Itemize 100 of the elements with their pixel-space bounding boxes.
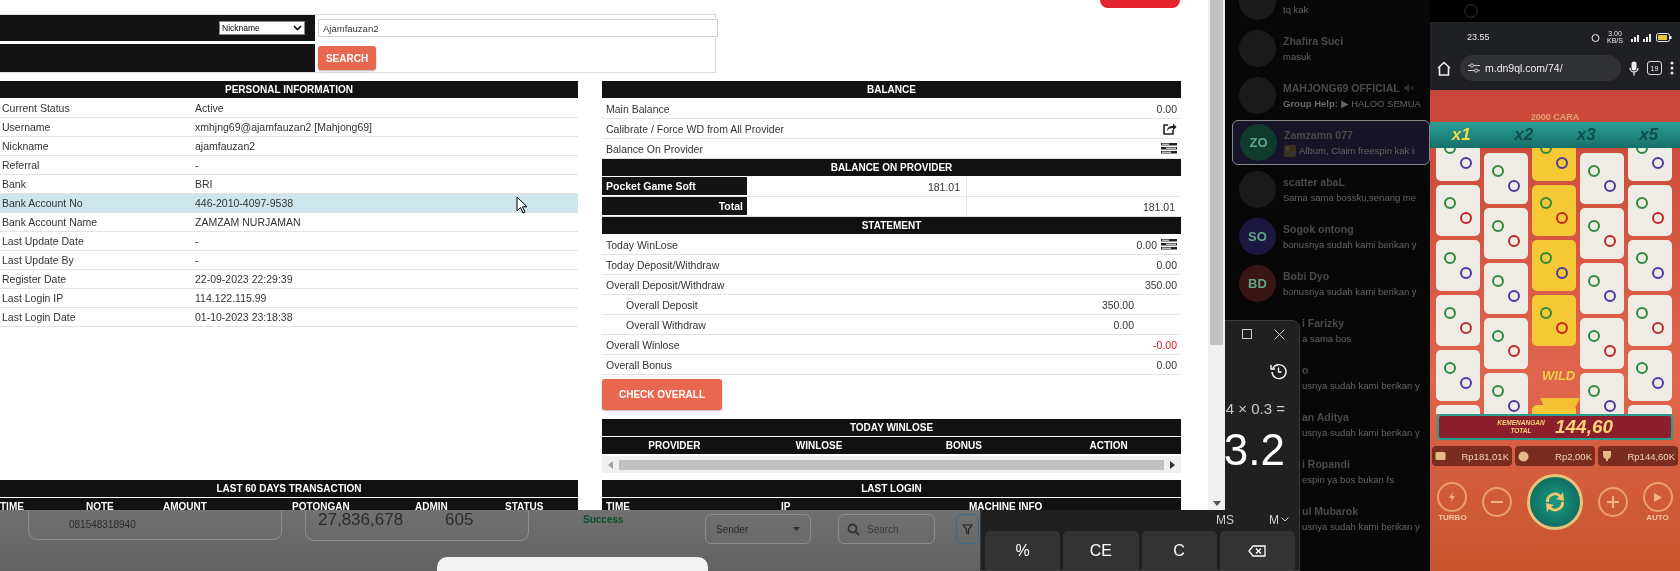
field-value: - bbox=[194, 235, 199, 247]
search-icon bbox=[847, 523, 860, 536]
maximize-icon[interactable] bbox=[1242, 329, 1252, 339]
alarm-icon bbox=[1591, 32, 1600, 42]
field-label: Referral bbox=[1, 159, 40, 171]
field-label: Calibrate / Force WD from All Provider bbox=[606, 122, 784, 135]
mouse-cursor-icon bbox=[516, 196, 528, 214]
home-icon[interactable] bbox=[1436, 60, 1452, 76]
field-label: Last Update By bbox=[1, 254, 74, 266]
wild-text: WILD bbox=[1542, 368, 1576, 383]
status-time: 23.55 bbox=[1467, 32, 1490, 42]
plus-icon bbox=[1606, 496, 1619, 508]
field-value: -0.00 bbox=[1153, 338, 1177, 351]
balance-chip: Rp144,60K bbox=[1598, 446, 1678, 466]
chat-item[interactable]: o usnya sudah kami berikan y bbox=[1302, 355, 1430, 400]
total-amount: 181.01 bbox=[1141, 199, 1176, 215]
field-label: Bank Account Name bbox=[1, 216, 98, 228]
chat-item[interactable]: an Aditya usnya sudah kami berikan y bbox=[1302, 402, 1430, 447]
field-label: Overall Bonus bbox=[606, 358, 672, 371]
calculator-key[interactable]: C bbox=[1141, 531, 1217, 570]
balance-chip: Rp181,01K bbox=[1432, 446, 1512, 466]
list-icon[interactable] bbox=[1161, 143, 1177, 154]
column-header: ACTION bbox=[1088, 440, 1129, 451]
chat-item[interactable]: i Farizky a sama bos bbox=[1302, 308, 1430, 353]
battery-icon bbox=[1656, 32, 1672, 42]
chat-name: o bbox=[1302, 363, 1309, 376]
backspace-button[interactable] bbox=[1219, 531, 1295, 570]
sender-select[interactable]: Sender bbox=[705, 514, 811, 544]
lightning-icon bbox=[1448, 492, 1457, 502]
field-value: BRI bbox=[194, 178, 213, 190]
chat-message: tq kak bbox=[1283, 4, 1309, 15]
field-value: 0.00 bbox=[1156, 358, 1177, 371]
chat-name: Zhafira Suci bbox=[1283, 34, 1344, 47]
field-label: Nickname bbox=[1, 140, 49, 152]
field-label: Balance On Provider bbox=[606, 142, 703, 155]
coin-icon bbox=[1518, 450, 1529, 462]
field-value: ZAMZAM NURJAMAN bbox=[194, 216, 301, 228]
chat-message: bonusnya sudah kami berikan y bbox=[1283, 286, 1417, 297]
field-label: Overall Deposit bbox=[626, 298, 698, 311]
section-header: STATEMENT bbox=[602, 217, 1181, 234]
field-value: ajamfauzan2 bbox=[194, 140, 256, 152]
balance-chip: Rp2,00K bbox=[1515, 446, 1595, 466]
address-bar[interactable]: m.dn9ql.com/74/ bbox=[1460, 55, 1621, 81]
field-value: - bbox=[194, 254, 199, 266]
check-overall-button[interactable]: CHECK OVERALL bbox=[602, 379, 722, 410]
chat-name: Bobi Dyo bbox=[1283, 269, 1330, 282]
tune-icon bbox=[1468, 63, 1480, 73]
memory-button[interactable]: M bbox=[1269, 512, 1289, 527]
chat-message: usnya sudah kami berikan y bbox=[1302, 380, 1420, 391]
section-header: TODAY WINLOSE bbox=[602, 419, 1181, 436]
field-label: Register Date bbox=[1, 273, 67, 285]
chat-item[interactable]: scatter abaL Sama sama bossku,senang me bbox=[1232, 167, 1430, 212]
chat-message: bonusnya sudah kami berikan y bbox=[1283, 239, 1417, 250]
column-header: WINLOSE bbox=[794, 440, 844, 451]
field-label: Main Balance bbox=[606, 102, 670, 115]
column-header: ADMIN bbox=[415, 501, 449, 510]
column-header: TIME bbox=[0, 501, 25, 510]
chat-item[interactable]: tq kak bbox=[1232, 0, 1430, 24]
search-type-select[interactable]: Nickname bbox=[219, 21, 305, 35]
search-button[interactable]: SEARCH bbox=[318, 46, 376, 70]
chat-item[interactable]: BD Bobi Dyo bonusnya sudah kami berikan y bbox=[1232, 261, 1430, 306]
field-label: Overall Withdraw bbox=[626, 318, 706, 331]
close-icon[interactable] bbox=[1274, 328, 1285, 340]
chat-item[interactable]: Zhafira Suci masuk bbox=[1232, 26, 1430, 71]
calculator-key[interactable]: CE bbox=[1063, 531, 1139, 570]
filter-button[interactable] bbox=[956, 514, 979, 544]
spin-button[interactable] bbox=[1527, 474, 1583, 530]
chat-item[interactable]: SO Sogok ontong bonusnya sudah kami berikan y bbox=[1232, 214, 1430, 259]
field-label: Today WinLose bbox=[606, 238, 678, 251]
memory-button[interactable]: MS bbox=[1216, 512, 1234, 527]
provider-amount: 181.01 bbox=[747, 177, 967, 196]
play-icon bbox=[1653, 492, 1662, 502]
microphone-icon[interactable] bbox=[1629, 60, 1639, 76]
field-value: 350.00 bbox=[1101, 298, 1134, 311]
vertical-scrollbar[interactable] bbox=[1208, 0, 1225, 510]
chat-name: i Ropandi bbox=[1302, 457, 1350, 470]
search-field[interactable]: Ajamfauzan2 bbox=[318, 19, 718, 37]
section-header: BALANCE ON PROVIDER bbox=[602, 159, 1181, 176]
column-header: POTONGAN bbox=[292, 501, 351, 510]
filter-icon bbox=[962, 523, 973, 535]
field-label: Today Deposit/Withdraw bbox=[606, 258, 720, 271]
list-icon[interactable] bbox=[1161, 239, 1177, 250]
multiplier-label: x2 bbox=[1514, 125, 1534, 145]
field-value: xmhjng69@ajamfauzan2 [Mahjong69] bbox=[194, 121, 373, 133]
field-value: 22-09-2023 22:29:39 bbox=[194, 273, 293, 285]
field-value: Active bbox=[194, 102, 224, 114]
chat-message: a sama bos bbox=[1302, 333, 1352, 344]
chat-item[interactable]: MAHJONG69 OFFICIAL Group Help: ▶ HALOO SEMUA bbox=[1232, 73, 1430, 118]
scroll-right-icon[interactable] bbox=[1170, 460, 1175, 469]
chat-item[interactable]: ul Mubarok usnya sudah kami berikan y bbox=[1302, 496, 1430, 541]
section-header: BALANCE bbox=[602, 81, 1181, 98]
calculator-key[interactable]: % bbox=[985, 531, 1061, 570]
horizontal-scrollbar[interactable] bbox=[602, 456, 1181, 473]
chat-item[interactable]: i Ropandi espin ya bos bukan fs bbox=[1302, 449, 1430, 494]
result-display: 3.2 bbox=[1223, 425, 1285, 475]
multiplier-label: x5 bbox=[1639, 125, 1659, 145]
share-icon[interactable] bbox=[1162, 122, 1177, 135]
scroll-down-icon[interactable] bbox=[1212, 501, 1221, 506]
history-icon[interactable] bbox=[1270, 362, 1287, 380]
menu-icon[interactable] bbox=[1670, 61, 1674, 75]
